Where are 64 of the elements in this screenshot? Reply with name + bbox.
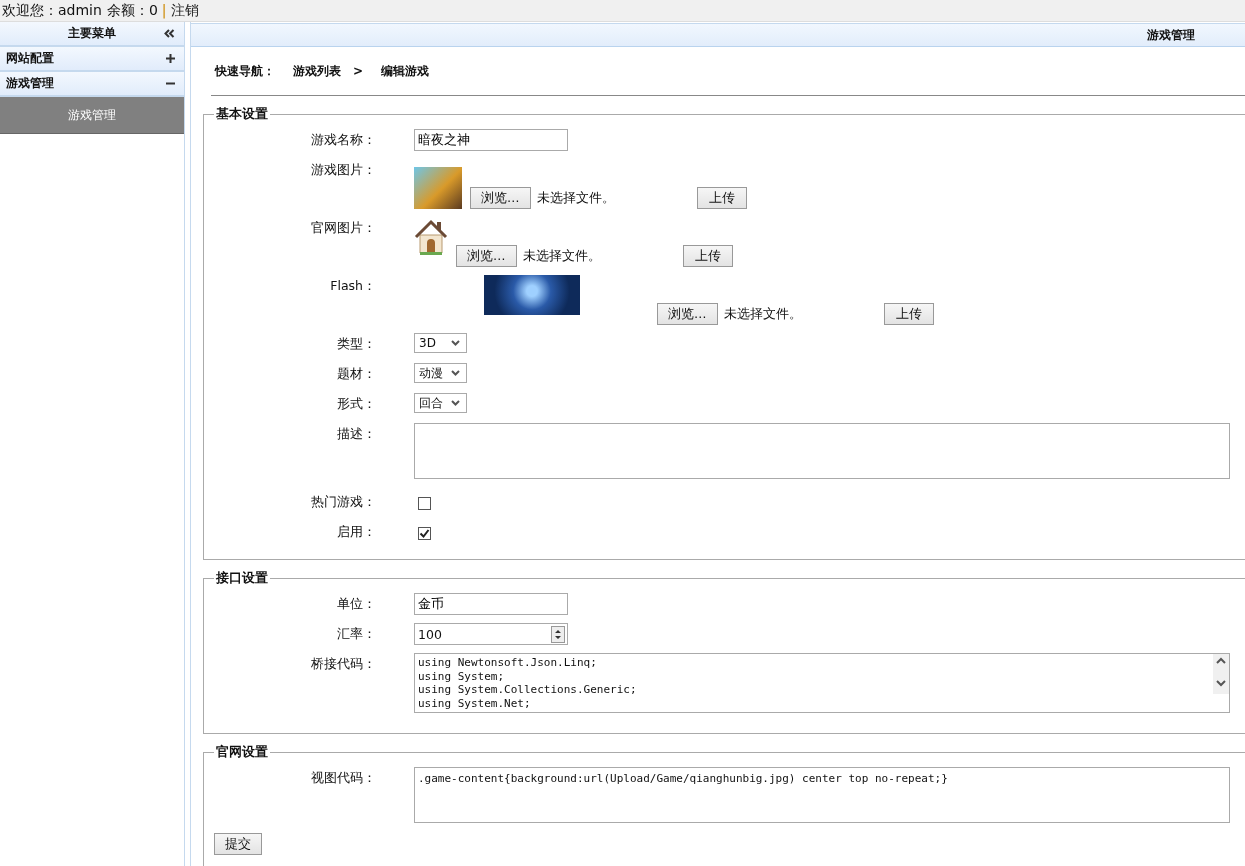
code-line: using System;	[418, 669, 506, 683]
upload-button[interactable]: 上传	[883, 303, 934, 325]
field-label: 形式：	[337, 396, 376, 411]
breadcrumb-label: 快速导航：	[215, 62, 275, 80]
field-label: Flash：	[330, 278, 376, 293]
code-line: using System.Net;	[418, 696, 532, 710]
dropdown[interactable]: 回合	[414, 393, 467, 413]
field-label: 热门游戏：	[311, 494, 376, 509]
menu-group-label: 游戏管理	[6, 75, 54, 92]
welcome-text: 欢迎您：admin	[2, 2, 102, 19]
field-label: 视图代码：	[311, 770, 376, 785]
menu-group-label: 网站配置	[6, 50, 54, 67]
upload-button[interactable]: 上传	[696, 187, 747, 209]
checkbox[interactable]	[418, 527, 431, 540]
code-area[interactable]: using Newtonsoft.Json.Linq; using System; using System.Collections.Generic; using System.Net;	[414, 653, 1230, 713]
field-label: 官网图片：	[311, 220, 376, 235]
menu-group[interactable]: 网站配置	[0, 47, 184, 72]
text-area[interactable]: .game-content{background:url(Upload/Game/qianghunbig.jpg) center top no-repeat;}	[414, 767, 1230, 823]
field-label: 汇率：	[337, 626, 376, 641]
field-label: 描述：	[337, 426, 376, 441]
field-label: 启用：	[337, 524, 376, 539]
breadcrumb-separator: >	[353, 64, 364, 78]
scrollbar[interactable]	[1213, 654, 1229, 694]
number-field[interactable]: 100	[414, 623, 568, 645]
collapse-icon[interactable]	[164, 29, 175, 38]
chevron-down-icon	[451, 370, 460, 376]
sidebar-title: 主要菜单	[68, 25, 116, 42]
field-label: 游戏图片：	[311, 162, 376, 177]
file-status-text: 未选择文件。	[522, 247, 602, 265]
submit-button[interactable]: 提交	[214, 833, 262, 855]
dropdown[interactable]: 动漫	[414, 363, 467, 383]
field-label: 题材：	[337, 366, 376, 381]
field-label: 游戏名称：	[311, 132, 376, 147]
chevron-down-icon	[451, 400, 460, 406]
upload-button[interactable]: 上传	[682, 245, 733, 267]
logout-link[interactable]: 注销	[170, 2, 199, 19]
balance-text: 余额：0	[106, 2, 158, 19]
browse-button[interactable]: 浏览…	[657, 303, 718, 325]
code-line: using Newtonsoft.Json.Linq;	[418, 656, 598, 670]
file-status-text: 未选择文件。	[723, 305, 803, 323]
separator-text: |	[161, 2, 167, 19]
breadcrumb-link[interactable]: 编辑游戏	[381, 62, 430, 80]
dropdown[interactable]: 3D	[414, 333, 467, 353]
section-legend: 接口设置	[214, 570, 270, 587]
browse-button[interactable]: 浏览…	[456, 245, 517, 267]
page-title: 游戏管理	[1147, 26, 1195, 44]
text-field[interactable]: 金币	[414, 593, 568, 615]
menu-group[interactable]: 游戏管理	[0, 72, 184, 97]
field-label: 类型：	[337, 336, 376, 351]
file-status-text: 未选择文件。	[536, 189, 616, 207]
house-icon	[414, 219, 448, 255]
section-legend: 基本设置	[214, 106, 270, 123]
photo-placeholder	[414, 167, 462, 209]
spinner-icon[interactable]	[551, 625, 565, 643]
chevron-down-icon	[451, 340, 460, 346]
code-line: using System.Collections.Generic;	[418, 683, 637, 697]
field-label: 单位：	[337, 596, 376, 611]
menu-item[interactable]: 游戏管理	[0, 97, 184, 134]
checkbox[interactable]	[418, 497, 431, 510]
section-legend: 官网设置	[214, 744, 270, 761]
field-label: 桥接代码：	[311, 656, 376, 671]
text-field[interactable]: 暗夜之神	[414, 129, 568, 151]
browse-button[interactable]: 浏览…	[470, 187, 531, 209]
breadcrumb-link[interactable]: 游戏列表	[293, 62, 341, 80]
